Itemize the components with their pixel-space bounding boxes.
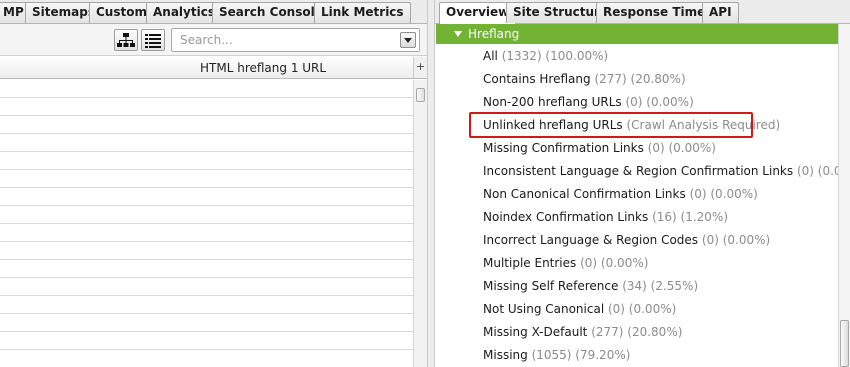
caret-down-icon <box>454 31 462 37</box>
tab-custom[interactable]: Custom <box>89 2 154 23</box>
list-item[interactable]: All (1332) (100.00%) <box>483 46 608 66</box>
right-tab-bar: Overview Site Structure Response Times A… <box>435 0 850 24</box>
item-count: (0) (0.00%) <box>607 302 677 316</box>
list-item[interactable]: Missing Confirmation Links (0) (0.00%) <box>483 138 716 158</box>
item-label: Multiple Entries <box>483 256 577 270</box>
item-label: Missing X-Default <box>483 325 588 339</box>
list-item[interactable]: Incorrect Language & Region Codes (0) (0… <box>483 230 770 250</box>
item-label: Missing <box>483 348 528 362</box>
list-item[interactable]: Missing X-Default (277) (20.80%) <box>483 322 682 342</box>
item-label: Inconsistent Language & Region Confirmat… <box>483 164 794 178</box>
table-row <box>0 313 413 314</box>
item-label: Non Canonical Confirmation Links <box>483 187 686 201</box>
item-count: (0) (0.00%) <box>689 187 758 201</box>
table-row <box>0 223 413 224</box>
list-item[interactable]: Noindex Confirmation Links (16) (1.20%) <box>483 207 728 227</box>
grid-scrollbar-thumb[interactable] <box>416 88 425 102</box>
tree-view-button[interactable] <box>114 29 138 51</box>
overview-scrollbar-thumb[interactable] <box>840 320 849 367</box>
column-header[interactable]: HTML hreflang 1 URL <box>0 57 413 79</box>
toolbar: Search... <box>0 24 427 56</box>
grid-scrollbar[interactable] <box>413 80 427 367</box>
search-placeholder: Search... <box>180 33 233 47</box>
table-row <box>0 97 413 98</box>
item-count: (1332) (100.00%) <box>501 49 609 63</box>
item-count: (0) (0.00%) <box>580 256 649 270</box>
table-row <box>0 205 413 206</box>
tab-search-console[interactable]: Search Console <box>212 2 330 23</box>
highlight-box <box>469 112 753 138</box>
table-row <box>0 277 413 278</box>
tab-api[interactable]: API <box>702 2 739 23</box>
list-view-button[interactable] <box>141 29 165 51</box>
data-grid[interactable] <box>0 80 413 367</box>
left-pane: MP Sitemaps Custom Analytics Search Cons… <box>0 0 427 367</box>
hreflang-section-header[interactable]: Hreflang <box>436 24 838 44</box>
item-label: Incorrect Language & Region Codes <box>483 233 699 247</box>
table-row <box>0 295 413 296</box>
table-row <box>0 187 413 188</box>
table-row <box>0 331 413 332</box>
item-count: (1055) (79.20%) <box>531 348 631 362</box>
table-row <box>0 169 413 170</box>
item-count: (0) (0.00%) <box>625 95 694 109</box>
list-item[interactable]: Multiple Entries (0) (0.00%) <box>483 253 648 273</box>
item-count: (16) (1.20%) <box>652 210 729 224</box>
table-row <box>0 259 413 260</box>
sitemap-icon <box>117 33 135 47</box>
tab-response-times[interactable]: Response Times <box>596 2 720 23</box>
search-input[interactable]: Search... <box>171 28 420 52</box>
item-count: (277) (20.80%) <box>594 72 686 86</box>
item-label: Not Using Canonical <box>483 302 605 316</box>
column-header-label: HTML hreflang 1 URL <box>200 61 327 75</box>
table-row <box>0 241 413 242</box>
list-item[interactable]: Not Using Canonical (0) (0.00%) <box>483 299 676 319</box>
table-row <box>0 115 413 116</box>
item-label: Missing Self Reference <box>483 279 619 293</box>
left-tab-bar: MP Sitemaps Custom Analytics Search Cons… <box>0 0 427 24</box>
item-label: All <box>483 49 498 63</box>
list-item[interactable]: Non-200 hreflang URLs (0) (0.00%) <box>483 92 694 112</box>
list-icon <box>145 34 161 48</box>
section-title: Hreflang <box>468 27 520 41</box>
table-row <box>0 349 413 350</box>
item-count: (0) (0.00%) <box>647 141 716 155</box>
item-label: Missing Confirmation Links <box>483 141 644 155</box>
tab-analytics[interactable]: Analytics <box>146 2 222 23</box>
list-item[interactable]: Missing (1055) (79.20%) <box>483 345 630 365</box>
search-dropdown-button[interactable] <box>400 32 416 48</box>
item-label: Contains Hreflang <box>483 72 591 86</box>
item-count: (277) (20.80%) <box>591 325 683 339</box>
item-count: (34) (2.55%) <box>622 279 699 293</box>
add-column-button[interactable]: + <box>413 57 427 79</box>
list-item[interactable]: Missing Self Reference (34) (2.55%) <box>483 276 698 296</box>
table-row <box>0 133 413 134</box>
overview-scrollbar[interactable] <box>838 24 850 367</box>
list-item[interactable]: Non Canonical Confirmation Links (0) (0.… <box>483 184 758 204</box>
item-label: Non-200 hreflang URLs <box>483 95 622 109</box>
table-row <box>0 151 413 152</box>
pane-splitter[interactable] <box>427 0 435 367</box>
tab-link-metrics[interactable]: Link Metrics <box>314 2 411 23</box>
list-item[interactable]: Contains Hreflang (277) (20.80%) <box>483 69 686 89</box>
list-item[interactable]: Inconsistent Language & Region Confirmat… <box>483 161 850 181</box>
tab-overview[interactable]: Overview <box>439 2 517 24</box>
item-count: (0) (0.00%) <box>701 233 771 247</box>
item-label: Noindex Confirmation Links <box>483 210 649 224</box>
